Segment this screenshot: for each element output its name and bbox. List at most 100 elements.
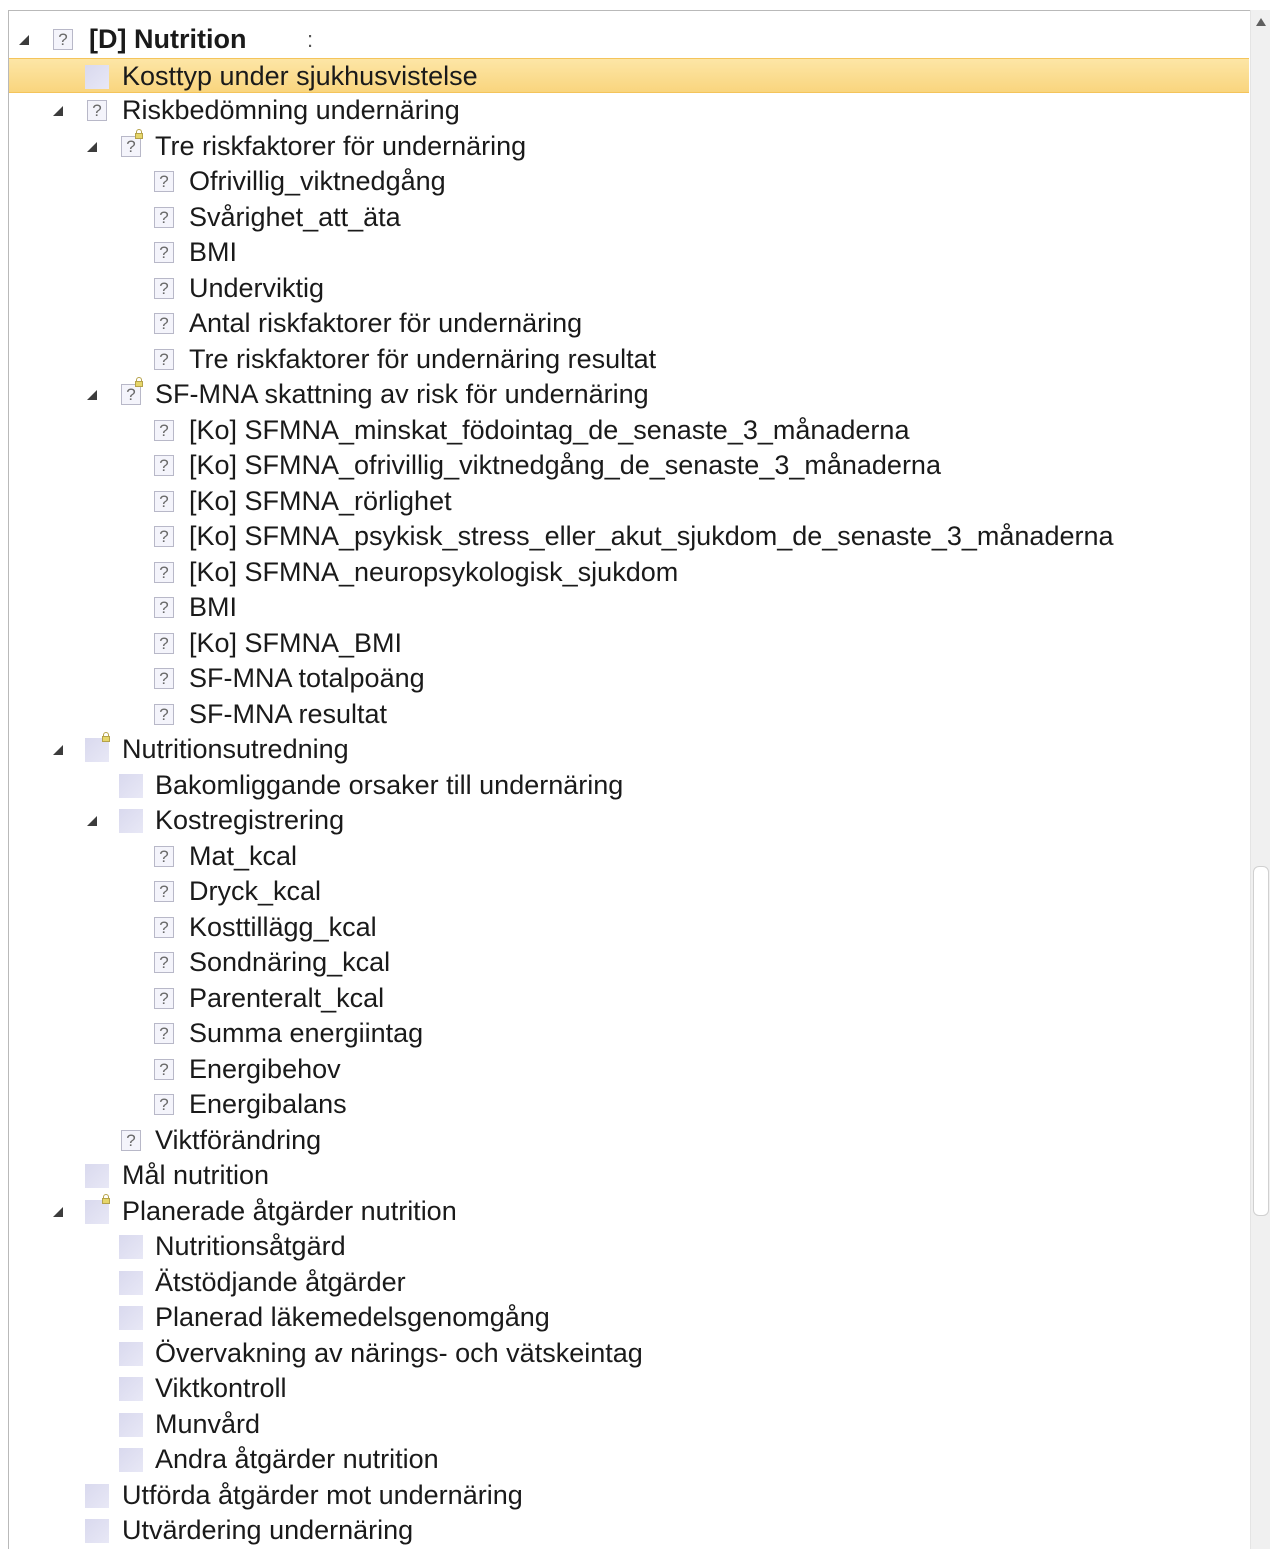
item-box-icon xyxy=(119,1270,143,1295)
tree-node-nutritionsutredning[interactable]: Nutritionsutredning xyxy=(9,732,1249,768)
tree-node-leaf[interactable]: Utförda åtgärder mot undernäring xyxy=(9,1478,1249,1514)
tree-node-leaf[interactable]: ? Viktförändring xyxy=(9,1123,1249,1159)
tree-node-leaf[interactable]: Viktkontroll xyxy=(9,1371,1249,1407)
collapse-triangle-icon[interactable] xyxy=(53,106,63,116)
tree-node-leaf[interactable]: ? [Ko] SFMNA_minskat_födointag_de_senast… xyxy=(9,413,1249,449)
tree-node-leaf[interactable]: Övervakning av närings- och vätskeintag xyxy=(9,1336,1249,1372)
node-label: Övervakning av närings- och vätskeintag xyxy=(155,1337,643,1368)
tree-node-leaf[interactable]: ? [Ko] SFMNA_psykisk_stress_eller_akut_s… xyxy=(9,519,1249,555)
lock-icon xyxy=(102,732,110,742)
tree-node-kosttyp[interactable]: Kosttyp under sjukhusvistelse xyxy=(9,57,1249,93)
node-label: Tre riskfaktorer för undernäring xyxy=(155,130,527,161)
tree-panel: ? [D] Nutrition : Kosttyp under sjukhusv… xyxy=(8,10,1270,1549)
tree-node-riskbedomning[interactable]: ? Riskbedömning undernäring xyxy=(9,93,1249,129)
tree-node-leaf[interactable]: ? [Ko] SFMNA_rörlighet xyxy=(9,484,1249,520)
tree-node-kostregistrering[interactable]: Kostregistrering xyxy=(9,803,1249,839)
vertical-scrollbar[interactable] xyxy=(1250,10,1270,1549)
question-icon: ? xyxy=(154,171,174,192)
lock-icon xyxy=(135,128,143,139)
question-icon: ? xyxy=(154,561,174,583)
tree-node-leaf[interactable]: ? Summa energiintag xyxy=(9,1016,1249,1052)
node-label: Mat_kcal xyxy=(189,840,298,871)
node-label: Tre riskfaktorer för undernäring resulta… xyxy=(189,343,657,374)
question-icon: ? xyxy=(121,1129,141,1151)
collapse-triangle-icon[interactable] xyxy=(87,390,97,400)
question-icon: ? xyxy=(121,135,141,157)
tree-node-leaf[interactable]: ? [Ko] SFMNA_neuropsykologisk_sjukdom xyxy=(9,555,1249,591)
node-label: [Ko] SFMNA_ofrivillig_viktnedgång_de_sen… xyxy=(189,450,941,480)
tree-node-leaf[interactable]: ? Mat_kcal xyxy=(9,839,1249,875)
node-label: Energibehov xyxy=(189,1053,341,1084)
tree-node-leaf[interactable]: ? Energibalans xyxy=(9,1087,1249,1123)
question-icon: ? xyxy=(154,1023,174,1044)
question-icon: ? xyxy=(154,1094,174,1115)
node-label: Riskbedömning undernäring xyxy=(122,95,460,125)
scroll-up-arrow-icon[interactable] xyxy=(1256,18,1266,26)
node-label: Svårighet_att_äta xyxy=(189,201,401,232)
tree-node-leaf[interactable]: ? Kosttillägg_kcal xyxy=(9,910,1249,946)
node-label: SF-MNA skattning av risk för undernäring xyxy=(155,379,649,409)
tree-node-leaf[interactable]: ? [Ko] SFMNA_ofrivillig_viktnedgång_de_s… xyxy=(9,448,1249,484)
item-box-icon xyxy=(85,64,109,89)
question-icon: ? xyxy=(154,597,174,618)
question-icon: ? xyxy=(154,845,174,867)
tree-node-leaf[interactable]: Munvård xyxy=(9,1407,1249,1443)
collapse-triangle-icon[interactable] xyxy=(53,745,63,755)
question-icon: ? xyxy=(154,206,174,228)
tree-node-leaf[interactable]: Bakomliggande orsaker till undernäring xyxy=(9,768,1249,804)
item-box-icon xyxy=(119,1235,143,1259)
tree-node-leaf[interactable]: ? Ofrivillig_viktnedgång xyxy=(9,164,1249,200)
node-label: BMI xyxy=(189,592,238,622)
node-label: Utförda åtgärder mot undernäring xyxy=(122,1479,523,1510)
question-icon: ? xyxy=(154,668,174,689)
tree-node-leaf[interactable]: ? Svårighet_att_äta xyxy=(9,200,1249,236)
tree-node-tre-riskfaktorer[interactable]: ? Tre riskfaktorer för undernäring xyxy=(9,128,1249,165)
node-label: Parenteralt_kcal xyxy=(189,982,385,1013)
collapse-triangle-icon[interactable] xyxy=(19,35,29,45)
tree-node-leaf[interactable]: Utvärdering undernäring xyxy=(9,1513,1249,1549)
tree-view: ? [D] Nutrition : Kosttyp under sjukhusv… xyxy=(9,22,1249,1549)
scrollbar-thumb[interactable] xyxy=(1253,866,1269,1216)
node-label: Planerade åtgärder nutrition xyxy=(122,1195,457,1226)
tree-node-leaf[interactable]: Nutritionsåtgärd xyxy=(9,1229,1249,1265)
tree-node-leaf[interactable]: ? [Ko] SFMNA_BMI xyxy=(9,626,1249,662)
tree-node-planerade-atgarder[interactable]: Planerade åtgärder nutrition xyxy=(9,1193,1249,1230)
question-icon: ? xyxy=(154,632,174,654)
question-icon: ? xyxy=(154,348,174,370)
node-label: Utvärdering undernäring xyxy=(122,1515,414,1545)
tree-node-nutrition[interactable]: ? [D] Nutrition : xyxy=(9,22,1249,58)
tree-node-leaf[interactable]: ? Sondnäring_kcal xyxy=(9,945,1249,981)
tree-node-leaf[interactable]: ? Antal riskfaktorer för undernäring xyxy=(9,306,1249,342)
node-label: [Ko] SFMNA_psykisk_stress_eller_akut_sju… xyxy=(189,521,1114,551)
tree-node-leaf[interactable]: ? SF-MNA resultat xyxy=(9,697,1249,733)
tree-node-leaf[interactable]: ? Energibehov xyxy=(9,1052,1249,1088)
tree-node-leaf[interactable]: Andra åtgärder nutrition xyxy=(9,1442,1249,1478)
question-icon: ? xyxy=(154,952,174,973)
node-label: [Ko] SFMNA_rörlighet xyxy=(189,485,452,516)
collapse-triangle-icon[interactable] xyxy=(53,1206,63,1217)
node-label: Viktförändring xyxy=(155,1124,322,1155)
tree-node-sf-mna[interactable]: ? SF-MNA skattning av risk för undernäri… xyxy=(9,377,1249,413)
tree-node-leaf[interactable]: ? Tre riskfaktorer för undernäring resul… xyxy=(9,342,1249,378)
tree-node-leaf[interactable]: ? BMI xyxy=(9,590,1249,626)
tree-node-leaf[interactable]: ? Parenteralt_kcal xyxy=(9,981,1249,1017)
collapse-triangle-icon[interactable] xyxy=(87,141,97,152)
node-extra: : xyxy=(307,27,314,52)
node-label: Nutritionsutredning xyxy=(122,734,349,764)
question-icon: ? xyxy=(121,384,141,405)
node-label: Summa energiintag xyxy=(189,1018,424,1048)
tree-node-leaf[interactable]: ? Dryck_kcal xyxy=(9,874,1249,910)
node-label: Underviktig xyxy=(189,272,325,303)
collapse-triangle-icon[interactable] xyxy=(87,816,97,826)
node-label: Antal riskfaktorer för undernäring xyxy=(189,308,583,338)
tree-node-leaf[interactable]: Planerad läkemedelsgenomgång xyxy=(9,1300,1249,1336)
tree-node-leaf[interactable]: ? Underviktig xyxy=(9,271,1249,307)
tree-node-leaf[interactable]: ? SF-MNA totalpoäng xyxy=(9,661,1249,697)
item-box-icon xyxy=(119,1448,143,1472)
node-label: SF-MNA resultat xyxy=(189,698,388,729)
item-box-icon xyxy=(119,1412,143,1437)
tree-node-leaf[interactable]: Ätstödjande åtgärder xyxy=(9,1265,1249,1301)
tree-node-leaf[interactable]: Mål nutrition xyxy=(9,1158,1249,1194)
tree-node-leaf[interactable]: ? BMI xyxy=(9,235,1249,271)
node-label: Bakomliggande orsaker till undernäring xyxy=(155,769,624,800)
